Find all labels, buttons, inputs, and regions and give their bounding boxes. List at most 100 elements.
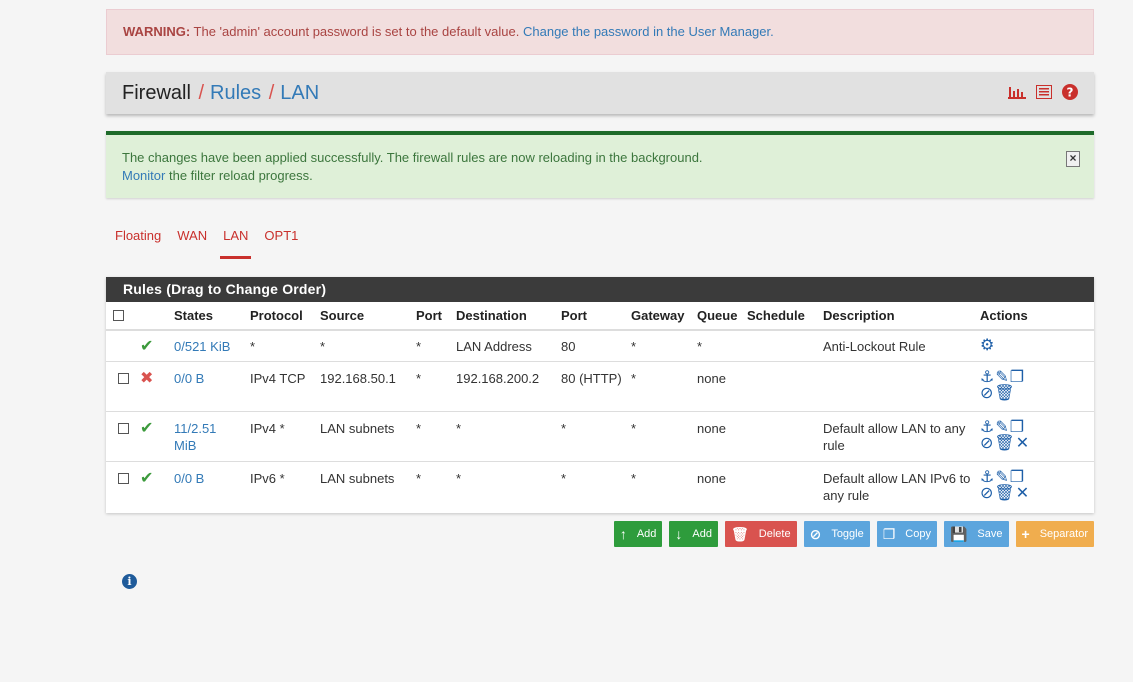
protocol-cell: IPv4 TCP xyxy=(246,361,316,412)
breadcrumb-rules[interactable]: Rules xyxy=(210,82,261,104)
description-cell xyxy=(819,361,976,412)
svg-text:?: ? xyxy=(1067,85,1074,99)
add-bottom-button[interactable]: ↓ Add xyxy=(669,521,718,547)
help-icon[interactable]: ? xyxy=(1062,83,1078,103)
toggle-button[interactable]: ⊘ Toggle xyxy=(803,521,870,547)
schedule-cell xyxy=(743,461,819,512)
check-icon[interactable]: ✔ xyxy=(140,420,153,437)
description-cell: Anti-Lockout Rule xyxy=(819,329,976,362)
ban-icon: ⊘ xyxy=(809,525,822,542)
col-description: Description xyxy=(819,302,976,331)
delete-button[interactable]: 🗑 Delete xyxy=(725,521,797,547)
pencil-icon[interactable]: ✎ xyxy=(995,370,1008,386)
description-cell: Default allow LAN IPv6 to any rule xyxy=(819,461,976,512)
protocol-cell: IPv4 * xyxy=(246,411,316,462)
copy-icon: ❐ xyxy=(882,525,896,542)
states-link[interactable]: 11/2.51 MiB xyxy=(174,421,216,453)
breadcrumb-lan[interactable]: LAN xyxy=(280,82,319,104)
chart-icon[interactable] xyxy=(1008,85,1026,102)
dest-port-cell: * xyxy=(557,411,627,462)
col-destination: Destination xyxy=(452,302,557,331)
dest-port-cell: * xyxy=(557,461,627,512)
trash-icon: 🗑 xyxy=(731,525,749,542)
trash-icon[interactable]: 🗑 xyxy=(994,436,1014,452)
gear-icon[interactable]: ⚙ xyxy=(980,338,994,354)
gateway-cell: * xyxy=(627,461,693,512)
copy-icon[interactable]: ❐ xyxy=(1010,420,1024,436)
breadcrumb-separator: / xyxy=(198,81,205,104)
save-button[interactable]: 💾 Save xyxy=(943,521,1009,547)
arrow-down-icon: ↓ xyxy=(675,526,683,542)
separator-button[interactable]: + Separator xyxy=(1015,521,1094,547)
pencil-icon[interactable]: ✎ xyxy=(995,470,1008,486)
success-message: The changes have been applied successful… xyxy=(122,150,703,165)
disable-icon[interactable]: ⊘ xyxy=(980,436,993,452)
tab-floating[interactable]: Floating xyxy=(115,228,161,258)
check-icon[interactable]: ✔ xyxy=(140,470,153,487)
states-link[interactable]: 0/0 B xyxy=(174,471,204,486)
disabled-x-icon[interactable]: ✖ xyxy=(140,370,153,387)
close-icon[interactable]: × xyxy=(1066,151,1080,167)
col-queue: Queue xyxy=(693,302,743,331)
delete-x-icon[interactable]: ✕ xyxy=(1016,436,1029,452)
col-source-port: Port xyxy=(412,302,452,331)
info-icon[interactable]: i xyxy=(122,574,137,589)
queue-cell: none xyxy=(693,461,743,512)
queue-cell: none xyxy=(693,361,743,412)
anchor-icon[interactable]: ⚓ xyxy=(980,420,994,436)
queue-cell: * xyxy=(693,329,743,362)
disable-icon[interactable]: ⊘ xyxy=(980,486,993,502)
select-all-checkbox[interactable] xyxy=(106,302,136,331)
table-row[interactable]: ✔ 0/0 B IPv6 * LAN subnets * * * * none … xyxy=(106,461,1094,512)
col-schedule: Schedule xyxy=(743,302,819,331)
row-checkbox[interactable] xyxy=(118,373,129,384)
warning-alert: WARNING: The 'admin' account password is… xyxy=(106,9,1094,55)
disable-icon[interactable]: ⊘ xyxy=(980,386,993,402)
source-cell: LAN subnets xyxy=(316,411,412,462)
destination-cell: 192.168.200.2 xyxy=(452,361,557,412)
tab-opt1[interactable]: OPT1 xyxy=(264,228,298,258)
trash-icon[interactable]: 🗑 xyxy=(994,486,1014,502)
anchor-icon[interactable]: ⚓ xyxy=(980,470,994,486)
delete-x-icon[interactable]: ✕ xyxy=(1016,486,1029,502)
copy-icon[interactable]: ❐ xyxy=(1010,470,1024,486)
table-row[interactable]: ✔ 0/521 KiB * * * LAN Address 80 * * Ant… xyxy=(106,329,1094,362)
col-actions: Actions xyxy=(976,302,1094,331)
source-port-cell: * xyxy=(412,329,452,362)
source-port-cell: * xyxy=(412,411,452,462)
anchor-icon[interactable]: ⚓ xyxy=(980,370,994,386)
table-row[interactable]: ✖ 0/0 B IPv4 TCP 192.168.50.1 * 192.168.… xyxy=(106,361,1094,412)
tab-lan[interactable]: LAN xyxy=(220,228,252,259)
dest-port-cell: 80 (HTTP) xyxy=(557,361,627,412)
copy-icon[interactable]: ❐ xyxy=(1010,370,1024,386)
page-header: Firewall / Rules / LAN ? xyxy=(106,72,1094,114)
states-link[interactable]: 0/0 B xyxy=(174,371,204,386)
warning-label: WARNING: xyxy=(123,24,191,39)
table-row[interactable]: ✔ 11/2.51 MiB IPv4 * LAN subnets * * * *… xyxy=(106,411,1094,462)
breadcrumb: Firewall / Rules / LAN xyxy=(122,82,319,105)
dest-port-cell: 80 xyxy=(557,329,627,362)
arrow-up-icon: ↑ xyxy=(619,526,627,542)
change-password-link[interactable]: Change the password in the User Manager. xyxy=(523,24,774,39)
success-alert: The changes have been applied successful… xyxy=(106,131,1094,198)
list-icon[interactable] xyxy=(1036,84,1052,102)
warning-text: The 'admin' account password is set to t… xyxy=(190,24,523,39)
breadcrumb-separator: / xyxy=(268,81,275,104)
tab-wan[interactable]: WAN xyxy=(177,228,207,258)
protocol-cell: * xyxy=(246,329,316,362)
row-checkbox[interactable] xyxy=(118,423,129,434)
row-checkbox[interactable] xyxy=(118,473,129,484)
check-icon: ✔ xyxy=(140,338,154,355)
pencil-icon[interactable]: ✎ xyxy=(995,420,1008,436)
gateway-cell: * xyxy=(627,361,693,412)
breadcrumb-firewall: Firewall xyxy=(122,81,191,104)
save-icon: 💾 xyxy=(949,525,968,542)
schedule-cell xyxy=(743,329,819,362)
trash-icon[interactable]: 🗑 xyxy=(994,386,1014,402)
monitor-link[interactable]: Monitor xyxy=(122,168,165,183)
states-link[interactable]: 0/521 KiB xyxy=(174,339,230,354)
panel-title: Rules (Drag to Change Order) xyxy=(106,277,1094,302)
queue-cell: none xyxy=(693,411,743,462)
add-top-button[interactable]: ↑ Add xyxy=(613,521,663,547)
copy-button[interactable]: ❐ Copy xyxy=(876,521,937,547)
